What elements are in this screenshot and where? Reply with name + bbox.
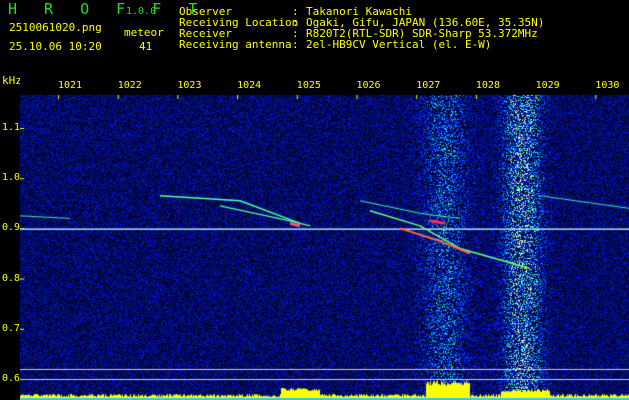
- app-title: H R O F F T: [8, 4, 206, 15]
- filename: 2510061020.png: [9, 22, 102, 33]
- x-tick-label: 1029: [536, 80, 560, 91]
- x-tick-label: 1028: [476, 80, 500, 91]
- y-axis-label: kHz: [2, 74, 22, 87]
- x-tick-label: 1021: [58, 80, 82, 91]
- datetime: 25.10.06 10:20: [9, 41, 102, 52]
- meteor-label: meteor: [124, 27, 164, 38]
- x-tick-label: 1027: [416, 80, 440, 91]
- x-tick-label: 1024: [237, 80, 261, 91]
- x-tick-label: 1025: [297, 80, 321, 91]
- hrofft-window: H R O F F T 1.0.0 2510061020.png 25.10.0…: [0, 0, 629, 400]
- antenna-value: 2el-HB9CV Vertical (el. E-W): [306, 39, 491, 50]
- x-tick-label: 1022: [118, 80, 142, 91]
- y-tick-label: 0.7: [2, 323, 20, 334]
- y-tick-label: 1.0: [2, 172, 20, 183]
- y-tick-label: 0.6: [2, 373, 20, 384]
- y-tick-label: 1.1: [2, 122, 20, 133]
- x-tick-label: 1026: [357, 80, 381, 91]
- meteor-count: 41: [139, 41, 152, 52]
- y-tick-label: 0.8: [2, 273, 20, 284]
- colon: :: [292, 39, 299, 50]
- x-tick-label: 1023: [177, 80, 201, 91]
- spectrogram: [20, 78, 629, 400]
- x-tick-label: 1030: [595, 80, 619, 91]
- app-version: 1.0.0: [126, 6, 156, 17]
- antenna-label: Receiving antenna: [179, 39, 292, 50]
- y-tick-label: 0.9: [2, 222, 20, 233]
